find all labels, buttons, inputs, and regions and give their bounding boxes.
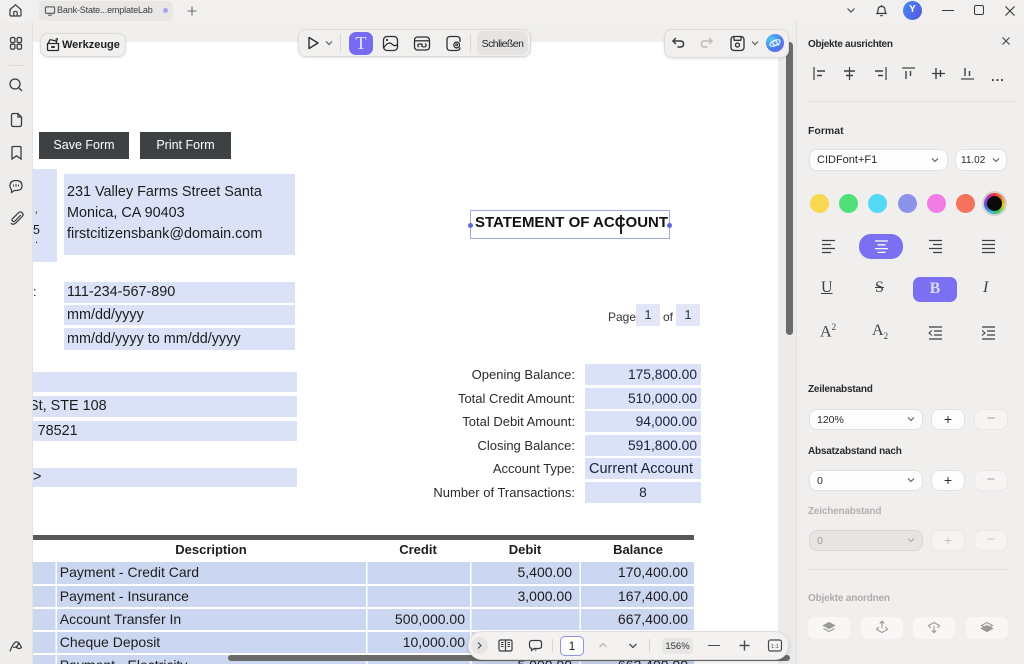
svg-text:1:1: 1:1 xyxy=(771,644,779,650)
